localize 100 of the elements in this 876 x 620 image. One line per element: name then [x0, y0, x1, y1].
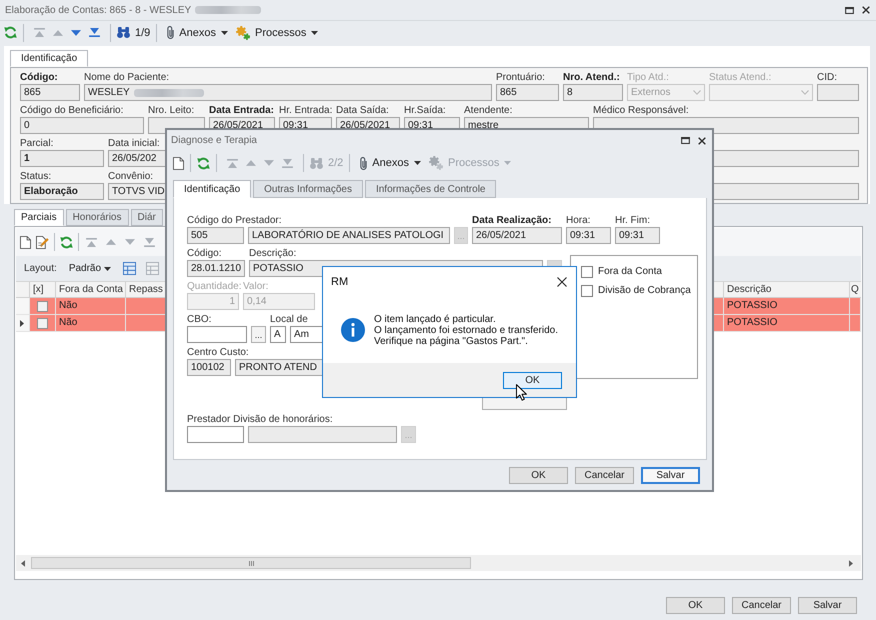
text-field[interactable]: [187, 326, 247, 343]
message-text: O item lançado é particular.: [374, 314, 496, 324]
row-header-cell[interactable]: [16, 298, 30, 315]
dialog-button[interactable]: OK: [509, 467, 568, 484]
text-field[interactable]: 09:31: [566, 227, 611, 244]
horizontal-scrollbar[interactable]: [16, 555, 861, 571]
message-text: Verifique na página "Gastos Part.".: [374, 336, 529, 346]
field-label: Data Saída:: [336, 105, 389, 117]
tab[interactable]: Parciais: [14, 209, 64, 226]
field-label: Hora:: [566, 215, 590, 227]
dialog-button[interactable]: Cancelar: [732, 597, 791, 614]
lookup-button[interactable]: ...: [251, 326, 266, 343]
field-label: Hr. Entrada:: [279, 105, 332, 117]
scroll-left-icon[interactable]: [21, 560, 25, 566]
tab[interactable]: Identificação: [173, 180, 252, 198]
text-field[interactable]: WESLEY: [84, 84, 492, 101]
layout-dropdown[interactable]: Padrão: [66, 263, 114, 274]
field-label: Hr.Saída:: [404, 105, 446, 117]
dialog-button[interactable]: OK: [503, 372, 562, 388]
scrollbar-thumb[interactable]: [31, 557, 471, 569]
down-arrow-icon[interactable]: [71, 30, 81, 36]
new-document-icon[interactable]: [20, 236, 31, 248]
scroll-right-icon[interactable]: [849, 560, 853, 566]
gears-icon: [429, 156, 443, 170]
message-text: O lançamento foi estornado e transferido.: [374, 324, 558, 336]
field-label: Tipo Atd.:: [627, 72, 669, 84]
close-icon[interactable]: [557, 277, 567, 287]
caret-icon: [504, 161, 512, 165]
text-field[interactable]: 8: [563, 84, 623, 101]
text-field[interactable]: Elaboração: [20, 183, 104, 200]
window-title: Elaboração de Contas: 865 - 8 - WESLEY: [5, 4, 192, 16]
text-field[interactable]: [817, 84, 859, 101]
caret-icon: [311, 30, 318, 34]
text-field[interactable]: 100102: [187, 359, 231, 376]
binoculars-icon[interactable]: [117, 27, 130, 38]
tab[interactable]: Diár: [130, 209, 163, 226]
field-label: Nro. Leito:: [148, 105, 194, 117]
checkbox[interactable]: [37, 318, 48, 328]
checkbox-label[interactable]: Fora da Conta: [598, 266, 662, 277]
maximize-icon[interactable]: [681, 137, 690, 144]
checkbox[interactable]: [581, 266, 593, 278]
field-label: CBO:: [187, 314, 212, 326]
menu-button[interactable]: Anexos: [163, 26, 232, 39]
table-cell: POTASSIO: [724, 315, 850, 332]
dialog-button[interactable]: Cancelar: [575, 467, 634, 484]
text-field[interactable]: 26/05/2021: [472, 227, 562, 244]
edit-document-icon[interactable]: [36, 236, 49, 248]
text-field[interactable]: 28.01.1210: [187, 260, 245, 277]
table-icon[interactable]: [123, 262, 136, 275]
checkbox[interactable]: [581, 284, 593, 296]
close-icon[interactable]: [698, 136, 706, 144]
text-field[interactable]: 505: [187, 227, 244, 244]
text-field[interactable]: 1: [20, 150, 104, 167]
text-field[interactable]: [187, 426, 244, 443]
field-label: Nro. Atend.:: [563, 72, 620, 84]
text-field[interactable]: 865: [496, 84, 559, 101]
text-field[interactable]: 09:31: [615, 227, 660, 244]
field-label: Descrição:: [249, 248, 296, 260]
field-label: Prontuário:: [496, 72, 545, 84]
maximize-icon[interactable]: [845, 6, 854, 14]
refresh-icon[interactable]: [60, 236, 73, 248]
tab[interactable]: Informações de Controle: [364, 180, 496, 198]
caret-icon: [104, 266, 112, 270]
text-field[interactable]: [248, 426, 397, 443]
checkbox[interactable]: [37, 300, 48, 312]
field-label: Atendente:: [464, 105, 512, 117]
refresh-icon[interactable]: [4, 26, 17, 39]
refresh-icon[interactable]: [197, 156, 210, 170]
field-label: Data Entrada:: [209, 105, 274, 117]
field-label: Status:: [20, 171, 52, 183]
tab[interactable]: Honorários: [66, 209, 128, 226]
dialog-title: Diagnose e Terapia: [171, 135, 257, 146]
record-counter: 1/9: [135, 26, 150, 38]
tab[interactable]: Outras Informações: [253, 180, 363, 198]
checkbox-label[interactable]: Divisão de Cobrança: [598, 285, 691, 296]
dialog-button[interactable]: Salvar: [641, 467, 700, 484]
chevron-icon: [693, 90, 701, 95]
record-counter: 2/2: [328, 157, 344, 169]
field-label: Convênio:: [108, 171, 154, 183]
menu-button[interactable]: Anexos: [356, 156, 425, 170]
menu-button[interactable]: Processos: [232, 26, 322, 40]
dialog-button[interactable]: Salvar: [798, 597, 857, 614]
new-document-icon[interactable]: [173, 156, 184, 170]
field-label: Hr. Fim:: [615, 215, 650, 227]
field-label: Status Atend.:: [709, 72, 772, 84]
field-label: Código:: [20, 72, 58, 84]
caret-icon: [221, 30, 228, 34]
dialog-button[interactable]: OK: [666, 597, 725, 614]
tab[interactable]: Identificação: [10, 50, 88, 67]
table-cell: Não: [56, 315, 126, 332]
bottom-arrow-icon[interactable]: [89, 28, 100, 37]
field-label: Código do Prestador:: [187, 215, 282, 227]
close-icon[interactable]: [862, 6, 870, 14]
chevron-icon: [801, 90, 809, 95]
text-field[interactable]: LABORATÓRIO DE ANALISES PATOLOGI: [248, 227, 450, 244]
text-field[interactable]: 865: [20, 84, 80, 101]
row-header-cell[interactable]: [16, 315, 30, 332]
text-field[interactable]: 0: [20, 117, 144, 134]
dialog-title: RM: [331, 276, 348, 288]
text-field[interactable]: A: [270, 326, 286, 343]
